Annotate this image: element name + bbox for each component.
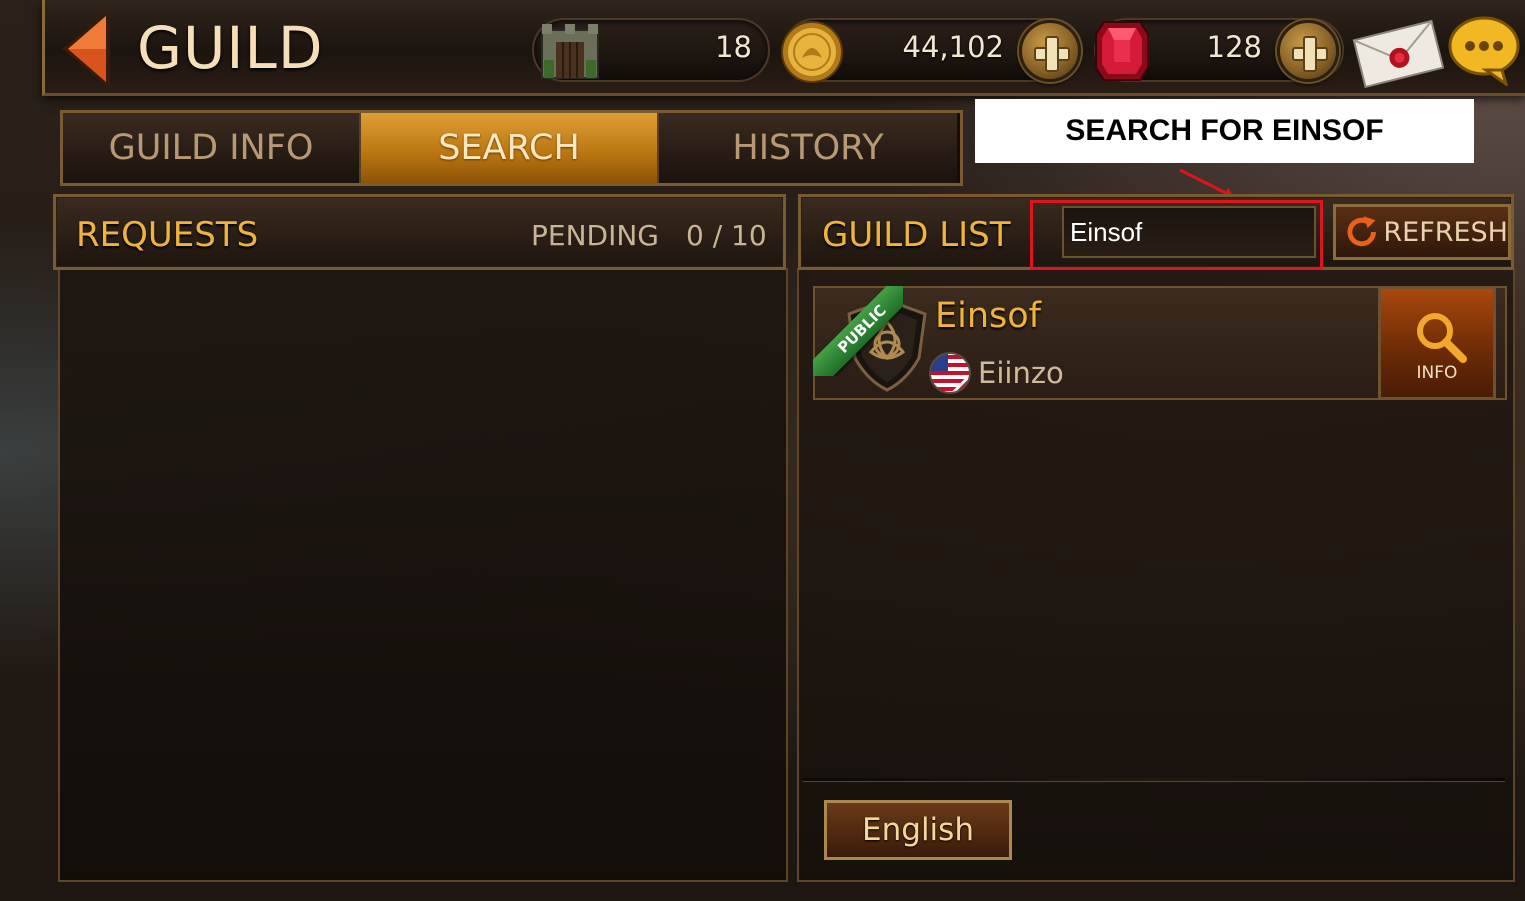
tab-history[interactable]: HISTORY	[659, 113, 957, 183]
page-title: GUILD	[137, 14, 324, 82]
guild-name: Einsof	[935, 296, 1041, 336]
requests-title: REQUESTS	[76, 215, 259, 255]
flag-icon	[929, 352, 971, 394]
annotation-highlight-box	[1030, 200, 1323, 270]
gem-amount: 128	[1206, 30, 1262, 64]
language-button[interactable]: English	[824, 800, 1012, 860]
back-arrow-icon[interactable]	[58, 8, 114, 90]
gold-coin-icon	[781, 21, 843, 83]
refresh-label: REFRESH	[1383, 216, 1508, 248]
chat-icon[interactable]	[1446, 14, 1522, 86]
guild-leader-name: Eiinzo	[978, 356, 1064, 390]
ruby-gem-icon	[1095, 21, 1149, 81]
public-badge: PUBLIC	[813, 286, 903, 376]
castle-count: 18	[715, 30, 752, 64]
pending-label: PENDING	[531, 219, 659, 252]
public-badge-label: PUBLIC	[813, 286, 903, 376]
refresh-icon	[1347, 216, 1376, 247]
pending-count: 0 / 10	[686, 219, 767, 252]
tab-search[interactable]: SEARCH	[361, 113, 659, 183]
guild-info-button[interactable]: INFO	[1378, 286, 1496, 400]
tab-bar: GUILD INFO SEARCH HISTORY	[60, 110, 963, 186]
requests-panel	[58, 268, 788, 882]
castle-icon	[541, 24, 599, 79]
gold-amount: 44,102	[902, 30, 1004, 64]
tab-guild-info[interactable]: GUILD INFO	[63, 113, 361, 183]
list-divider	[803, 778, 1505, 782]
add-gems-button[interactable]	[1277, 20, 1339, 82]
mail-icon[interactable]	[1352, 16, 1444, 88]
add-gold-button[interactable]	[1019, 20, 1081, 82]
annotation-label: SEARCH FOR EINSOF	[975, 99, 1474, 163]
info-label: INFO	[1416, 363, 1458, 383]
magnifier-icon	[1417, 313, 1467, 363]
requests-header: REQUESTS PENDING 0 / 10	[53, 194, 786, 270]
guild-list-title: GUILD LIST	[822, 215, 1011, 255]
refresh-button[interactable]: REFRESH	[1333, 204, 1511, 260]
